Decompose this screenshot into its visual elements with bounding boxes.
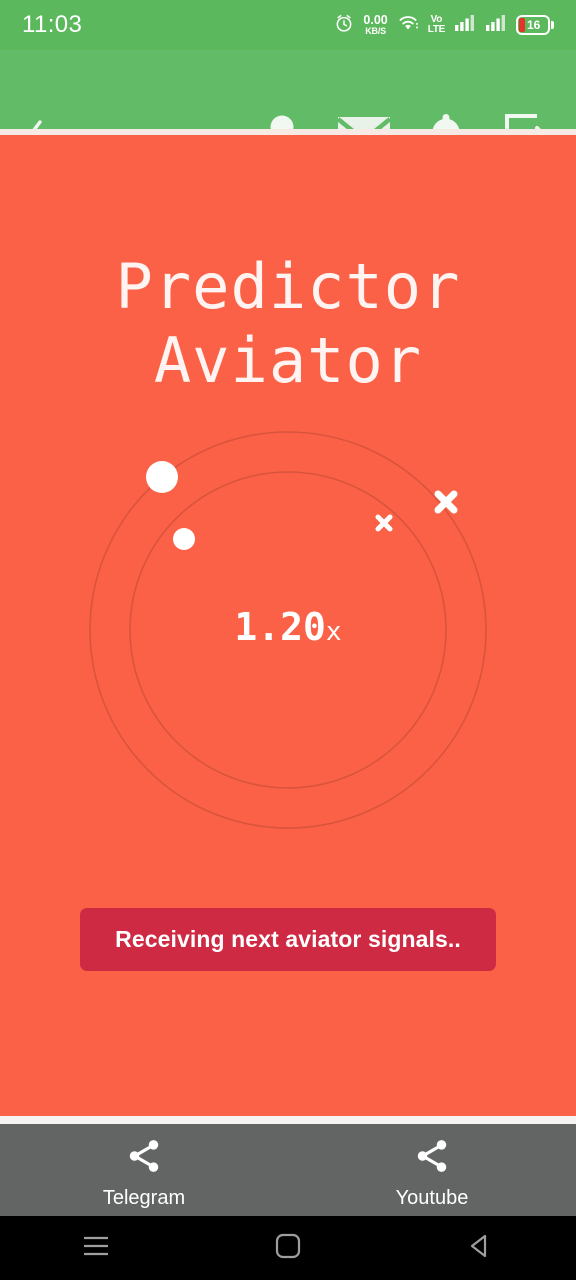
signal-bars-icon-2 [485,14,507,37]
nav-home-button[interactable] [192,1232,384,1265]
battery-fill [519,18,525,32]
page-title-line1: Predictor [115,250,461,323]
nav-recents-button[interactable] [0,1233,192,1264]
multiplier-display: 1.20x [0,605,576,649]
multiplier-suffix: x [325,617,342,647]
page-title-line2: Aviator [153,324,423,397]
share-icon [125,1137,163,1180]
android-nav-bar [0,1216,576,1280]
footer-item-youtube[interactable]: Youtube [288,1124,576,1216]
nav-back-button[interactable] [384,1232,576,1265]
recents-menu-icon [81,1233,111,1264]
battery-cap [551,21,554,29]
page-title: Predictor Aviator [0,250,576,398]
status-time: 11:03 [22,11,83,38]
multiplier-value: 1.20 [234,605,326,649]
inner-orbit-dot [173,528,195,550]
footer-label-youtube: Youtube [395,1186,469,1209]
back-triangle-icon [466,1232,494,1265]
alarm-clock-icon [334,13,354,38]
signal-bars-icon [454,14,476,37]
footer-separator [0,1116,576,1124]
share-icon-2 [413,1137,451,1180]
wifi-icon [397,14,419,37]
main-content: Predictor Aviator 1.20x Receiving next a… [0,135,576,1116]
app-header [0,50,576,160]
receive-signals-button[interactable]: Receiving next aviator signals.. [80,908,496,971]
volte-indicator: Vo LTE [427,15,446,35]
footer-label-telegram: Telegram [102,1186,186,1209]
network-speed-value: 0.00 [363,12,388,27]
footer-item-telegram[interactable]: Telegram [0,1124,288,1216]
outer-orbit-dot [146,461,178,493]
status-bar: 11:03 0.00 KB/S Vo LTE 16 [0,0,576,50]
outer-orbit-cross [434,490,458,514]
home-square-icon [274,1232,302,1265]
network-speed-unit: KB/S [365,26,386,37]
volte-bottom: LTE [427,24,446,35]
phone-screen: 11:03 0.00 KB/S Vo LTE 16 Predictor Avia… [0,0,576,1280]
battery-level: 16 [527,17,541,32]
battery-icon: 16 [516,15,554,35]
network-speed: 0.00 KB/S [363,14,387,37]
status-icons: 0.00 KB/S Vo LTE 16 [334,13,554,38]
inner-orbit-cross [375,514,393,532]
footer-bar: Telegram Youtube [0,1124,576,1216]
